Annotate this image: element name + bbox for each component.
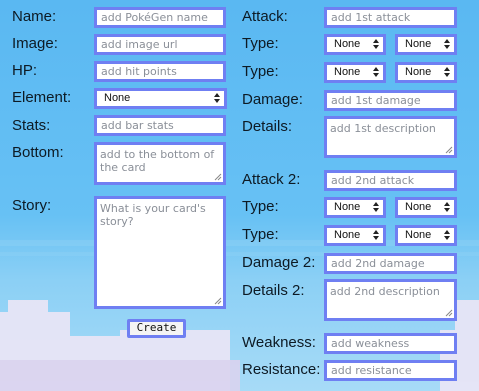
type2a-left-value: None	[334, 201, 361, 213]
details1-textarea[interactable]: add 1st description	[324, 116, 457, 158]
chevron-updown-icon	[444, 67, 450, 77]
image-label: Image:	[12, 35, 58, 52]
damage1-label: Damage:	[242, 91, 303, 108]
attack1-input[interactable]: add 1st attack	[324, 7, 457, 28]
damage2-label: Damage 2:	[242, 254, 316, 271]
image-url-input[interactable]: add image url	[94, 34, 226, 55]
stats-label: Stats:	[12, 117, 51, 134]
story-placeholder: What is your card's story?	[100, 202, 206, 228]
element-label: Element:	[12, 89, 72, 106]
type2b-left-select[interactable]: None	[324, 225, 386, 246]
element-select[interactable]: None	[94, 88, 227, 109]
type1a-left-value: None	[334, 38, 361, 50]
type1a-left-select[interactable]: None	[324, 34, 386, 55]
chevron-updown-icon	[373, 39, 379, 49]
type1a-right-value: None	[405, 38, 432, 50]
weakness-input[interactable]: add weakness	[324, 333, 457, 354]
attack2-input[interactable]: add 2nd attack	[324, 170, 457, 191]
story-label: Story:	[12, 197, 52, 214]
name-label: Name:	[12, 8, 57, 25]
chevron-updown-icon	[214, 93, 220, 103]
chevron-updown-icon	[444, 230, 450, 240]
resistance-input[interactable]: add resistance	[324, 360, 457, 381]
type2a-left-select[interactable]: None	[324, 197, 386, 218]
type2b-right-select[interactable]: None	[395, 225, 457, 246]
type1a-right-select[interactable]: None	[395, 34, 457, 55]
bottom-label: Bottom:	[12, 144, 64, 161]
resize-grip-icon[interactable]	[445, 309, 453, 317]
resize-grip-icon[interactable]	[445, 146, 453, 154]
stats-input[interactable]: add bar stats	[94, 115, 226, 136]
story-textarea[interactable]: What is your card's story?	[94, 196, 226, 309]
name-input[interactable]: add PokéGen name	[94, 7, 226, 28]
resistance-label: Resistance:	[242, 361, 321, 378]
chevron-updown-icon	[373, 202, 379, 212]
hp-label: HP:	[12, 62, 38, 79]
details2-textarea[interactable]: add 2nd description	[324, 279, 457, 321]
chevron-updown-icon	[444, 39, 450, 49]
type1b-left-select[interactable]: None	[324, 62, 386, 83]
details1-placeholder: add 1st description	[330, 122, 436, 135]
bottom-placeholder: add to the bottom of the card	[100, 148, 215, 174]
damage2-input[interactable]: add 2nd damage	[324, 253, 457, 274]
type2b-label: Type:	[242, 226, 279, 243]
chevron-updown-icon	[444, 202, 450, 212]
details2-placeholder: add 2nd description	[330, 285, 440, 298]
attack2-label: Attack 2:	[242, 171, 301, 188]
element-select-value: None	[104, 92, 131, 104]
chevron-updown-icon	[373, 67, 379, 77]
bottom-textarea[interactable]: add to the bottom of the card	[94, 142, 226, 185]
type2a-label: Type:	[242, 198, 279, 215]
create-button[interactable]: Create	[127, 319, 186, 338]
type2a-right-value: None	[405, 201, 432, 213]
type2a-right-select[interactable]: None	[395, 197, 457, 218]
type1b-right-value: None	[405, 66, 432, 78]
type1b-label: Type:	[242, 63, 279, 80]
attack1-label: Attack:	[242, 8, 288, 25]
type1b-left-value: None	[334, 66, 361, 78]
weakness-label: Weakness:	[242, 334, 316, 351]
hp-input[interactable]: add hit points	[94, 61, 226, 82]
type2b-right-value: None	[405, 229, 432, 241]
details2-label: Details 2:	[242, 282, 305, 299]
resize-grip-icon[interactable]	[214, 173, 222, 181]
type1a-label: Type:	[242, 35, 279, 52]
chevron-updown-icon	[373, 230, 379, 240]
damage1-input[interactable]: add 1st damage	[324, 90, 457, 111]
resize-grip-icon[interactable]	[214, 297, 222, 305]
type1b-right-select[interactable]: None	[395, 62, 457, 83]
details1-label: Details:	[242, 118, 293, 135]
type2b-left-value: None	[334, 229, 361, 241]
